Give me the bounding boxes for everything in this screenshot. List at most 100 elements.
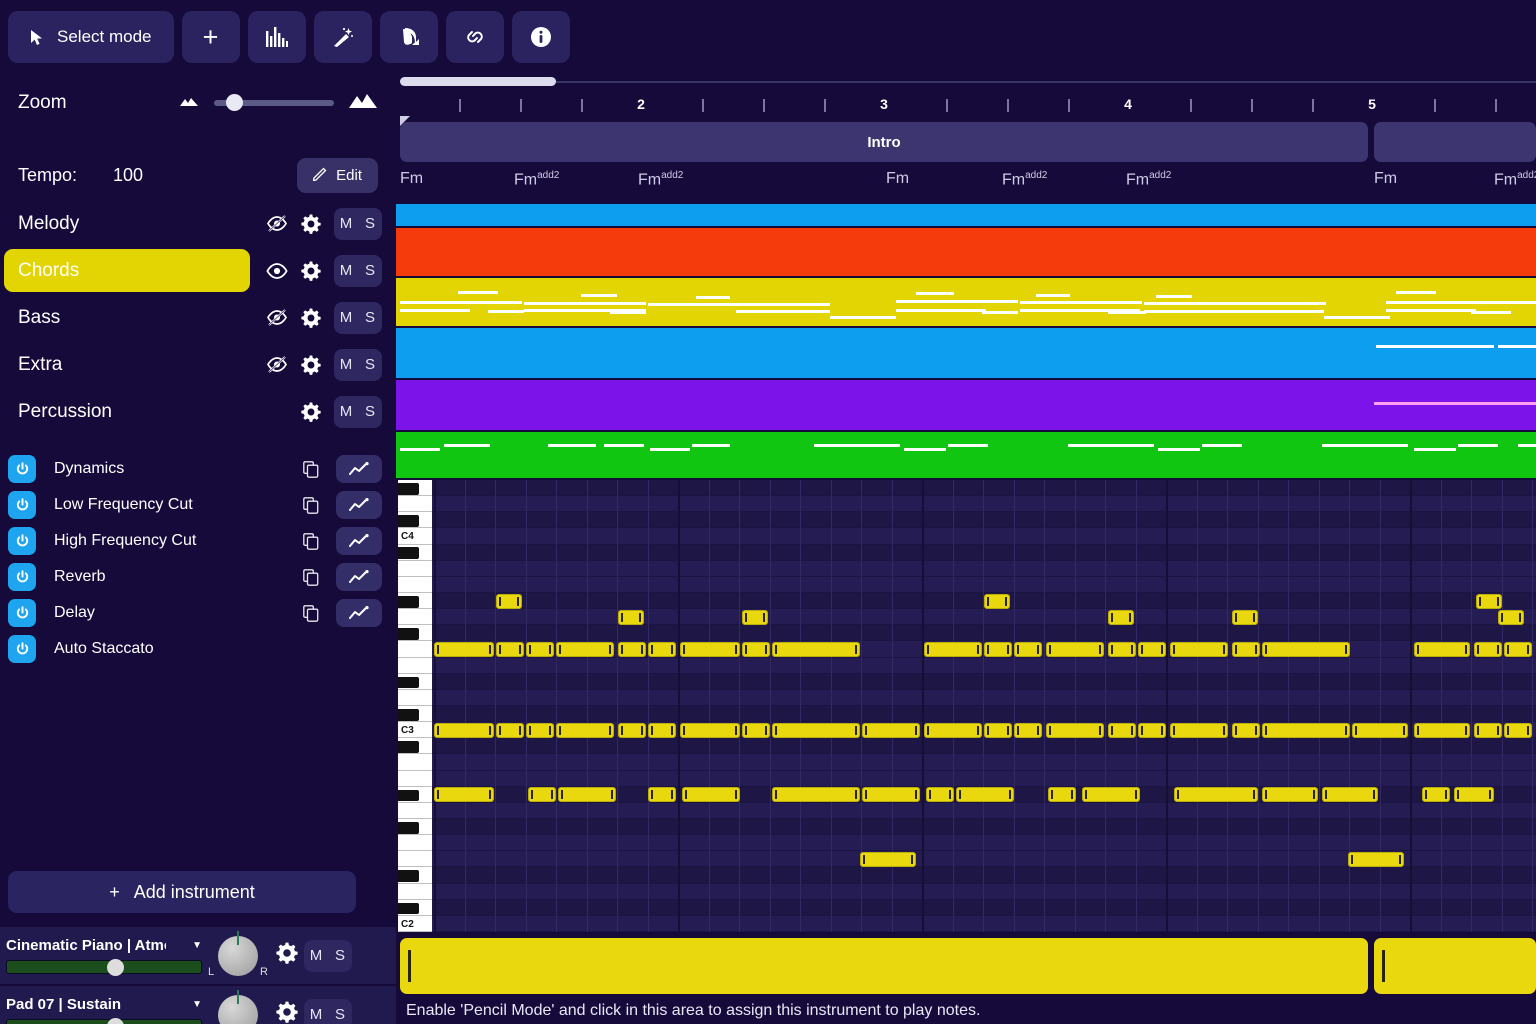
- pan-knob[interactable]: [218, 935, 258, 976]
- grid-row[interactable]: [432, 625, 1536, 642]
- zoom-slider-knob[interactable]: [226, 94, 243, 111]
- grid-row[interactable]: [432, 560, 1536, 577]
- grid-row[interactable]: [432, 754, 1536, 771]
- link-button[interactable]: [445, 11, 504, 63]
- piano-roll-note[interactable]: [618, 722, 646, 738]
- piano-roll-note[interactable]: [556, 722, 614, 738]
- copy-icon[interactable]: [296, 460, 326, 478]
- track-row-bass[interactable]: Bass M S: [0, 294, 396, 341]
- gear-icon[interactable]: [276, 942, 298, 969]
- add-button[interactable]: +: [181, 11, 240, 63]
- mute-solo-group[interactable]: MS: [334, 207, 382, 240]
- copy-icon[interactable]: [296, 604, 326, 622]
- gear-icon[interactable]: [294, 355, 328, 375]
- piano-white-key[interactable]: [398, 835, 432, 852]
- instrument-0-pan[interactable]: L R: [208, 935, 268, 978]
- grid-row[interactable]: [432, 609, 1536, 626]
- grid-row[interactable]: [432, 867, 1536, 884]
- instrument-1-volume-slider[interactable]: [6, 1018, 202, 1024]
- grid-row[interactable]: [432, 576, 1536, 593]
- track-row-chords[interactable]: Chords M S: [0, 247, 396, 294]
- mute-button[interactable]: M: [334, 208, 358, 240]
- piano-roll-note[interactable]: [1170, 642, 1228, 657]
- instrument-row-0[interactable]: Cinematic Piano | Atmo... ▼ L R M S: [0, 926, 396, 984]
- power-icon[interactable]: [8, 563, 36, 591]
- piano-roll-note[interactable]: [862, 787, 920, 803]
- piano-roll-note[interactable]: [1352, 722, 1408, 738]
- piano-roll-note[interactable]: [926, 787, 954, 803]
- bar-chart-button[interactable]: [247, 11, 306, 63]
- piano-black-key[interactable]: [398, 482, 419, 495]
- eye-hidden-icon[interactable]: [260, 309, 294, 326]
- effect-row-low-frequency-cut[interactable]: Low Frequency Cut: [0, 487, 396, 523]
- piano-roll-note[interactable]: [1232, 642, 1260, 657]
- piano-white-key[interactable]: [398, 560, 432, 577]
- piano-roll-note[interactable]: [1108, 722, 1136, 738]
- piano-roll-note[interactable]: [496, 722, 524, 738]
- piano-black-key[interactable]: [398, 595, 419, 608]
- piano-roll-note[interactable]: [556, 642, 614, 657]
- piano-roll-note[interactable]: [1474, 722, 1502, 738]
- automation-curve-button[interactable]: [336, 563, 382, 591]
- instrument-0-name-row[interactable]: Cinematic Piano | Atmo... ▼: [6, 937, 202, 954]
- eye-hidden-icon[interactable]: [260, 215, 294, 232]
- piano-black-key[interactable]: [398, 676, 419, 689]
- zoom-slider[interactable]: [214, 94, 334, 111]
- piano-roll-note[interactable]: [1414, 722, 1470, 738]
- piano-roll-note[interactable]: [682, 787, 740, 803]
- track-row-percussion[interactable]: Percussion M S: [0, 388, 396, 435]
- edit-tempo-button[interactable]: Edit: [297, 157, 378, 193]
- track-name-percussion[interactable]: Percussion: [0, 390, 260, 433]
- piano-black-key[interactable]: [398, 628, 419, 640]
- lane-melody[interactable]: [396, 204, 1536, 226]
- grid-row[interactable]: [432, 883, 1536, 900]
- piano-roll-note[interactable]: [984, 593, 1010, 609]
- piano-white-key[interactable]: [398, 576, 432, 593]
- piano-roll-note[interactable]: [984, 722, 1012, 738]
- effect-row-delay[interactable]: Delay: [0, 595, 396, 631]
- piano-roll-note[interactable]: [1014, 642, 1042, 657]
- mute-solo-group[interactable]: MS: [334, 348, 382, 381]
- timeline-ruler[interactable]: 2 3 4 5: [396, 92, 1536, 126]
- section-block[interactable]: Intro: [400, 122, 1368, 162]
- piano-black-key[interactable]: [398, 870, 419, 882]
- mute-button[interactable]: M: [334, 255, 358, 287]
- effect-row-reverb[interactable]: Reverb: [0, 559, 396, 595]
- chord-label[interactable]: Fmadd2: [638, 170, 683, 189]
- piano-roll-note[interactable]: [1498, 609, 1524, 625]
- copy-icon[interactable]: [296, 496, 326, 514]
- piano-roll-note[interactable]: [648, 722, 676, 738]
- chord-label[interactable]: Fmadd2: [1494, 170, 1536, 189]
- grid-row[interactable]: [432, 544, 1536, 561]
- piano-roll-note[interactable]: [1262, 787, 1318, 803]
- volume-knob[interactable]: [107, 1018, 124, 1024]
- solo-button[interactable]: S: [358, 349, 382, 381]
- mute-button[interactable]: M: [304, 940, 328, 972]
- grid-row[interactable]: [432, 835, 1536, 852]
- piano-roll-note[interactable]: [434, 642, 494, 657]
- grid-row[interactable]: [432, 689, 1536, 706]
- automation-curve-button[interactable]: [336, 455, 382, 483]
- lane-bass[interactable]: [396, 328, 1536, 378]
- piano-roll-note[interactable]: [772, 642, 860, 657]
- mute-solo-group[interactable]: MS: [334, 301, 382, 334]
- piano-roll-note[interactable]: [742, 609, 768, 625]
- grid-row[interactable]: [432, 738, 1536, 755]
- grid-row[interactable]: [432, 528, 1536, 545]
- chord-label[interactable]: Fmadd2: [1126, 170, 1171, 189]
- piano-black-key[interactable]: [398, 821, 419, 834]
- piano-white-key[interactable]: [398, 609, 432, 626]
- mute-solo-group[interactable]: MS: [334, 395, 382, 428]
- effect-row-auto-staccato[interactable]: Auto Staccato: [0, 631, 396, 667]
- eye-hidden-icon[interactable]: [260, 356, 294, 373]
- piano-roll-note[interactable]: [862, 722, 920, 738]
- mute-solo-group[interactable]: MS: [334, 254, 382, 287]
- chevron-down-icon[interactable]: ▼: [192, 999, 202, 1010]
- gear-icon[interactable]: [294, 402, 328, 422]
- track-name-melody[interactable]: Melody: [0, 202, 260, 245]
- piano-roll-note[interactable]: [1262, 642, 1350, 657]
- piano-roll-note[interactable]: [1474, 642, 1502, 657]
- power-icon[interactable]: [8, 599, 36, 627]
- grid-row[interactable]: [432, 673, 1536, 690]
- piano-roll-note[interactable]: [1454, 787, 1494, 803]
